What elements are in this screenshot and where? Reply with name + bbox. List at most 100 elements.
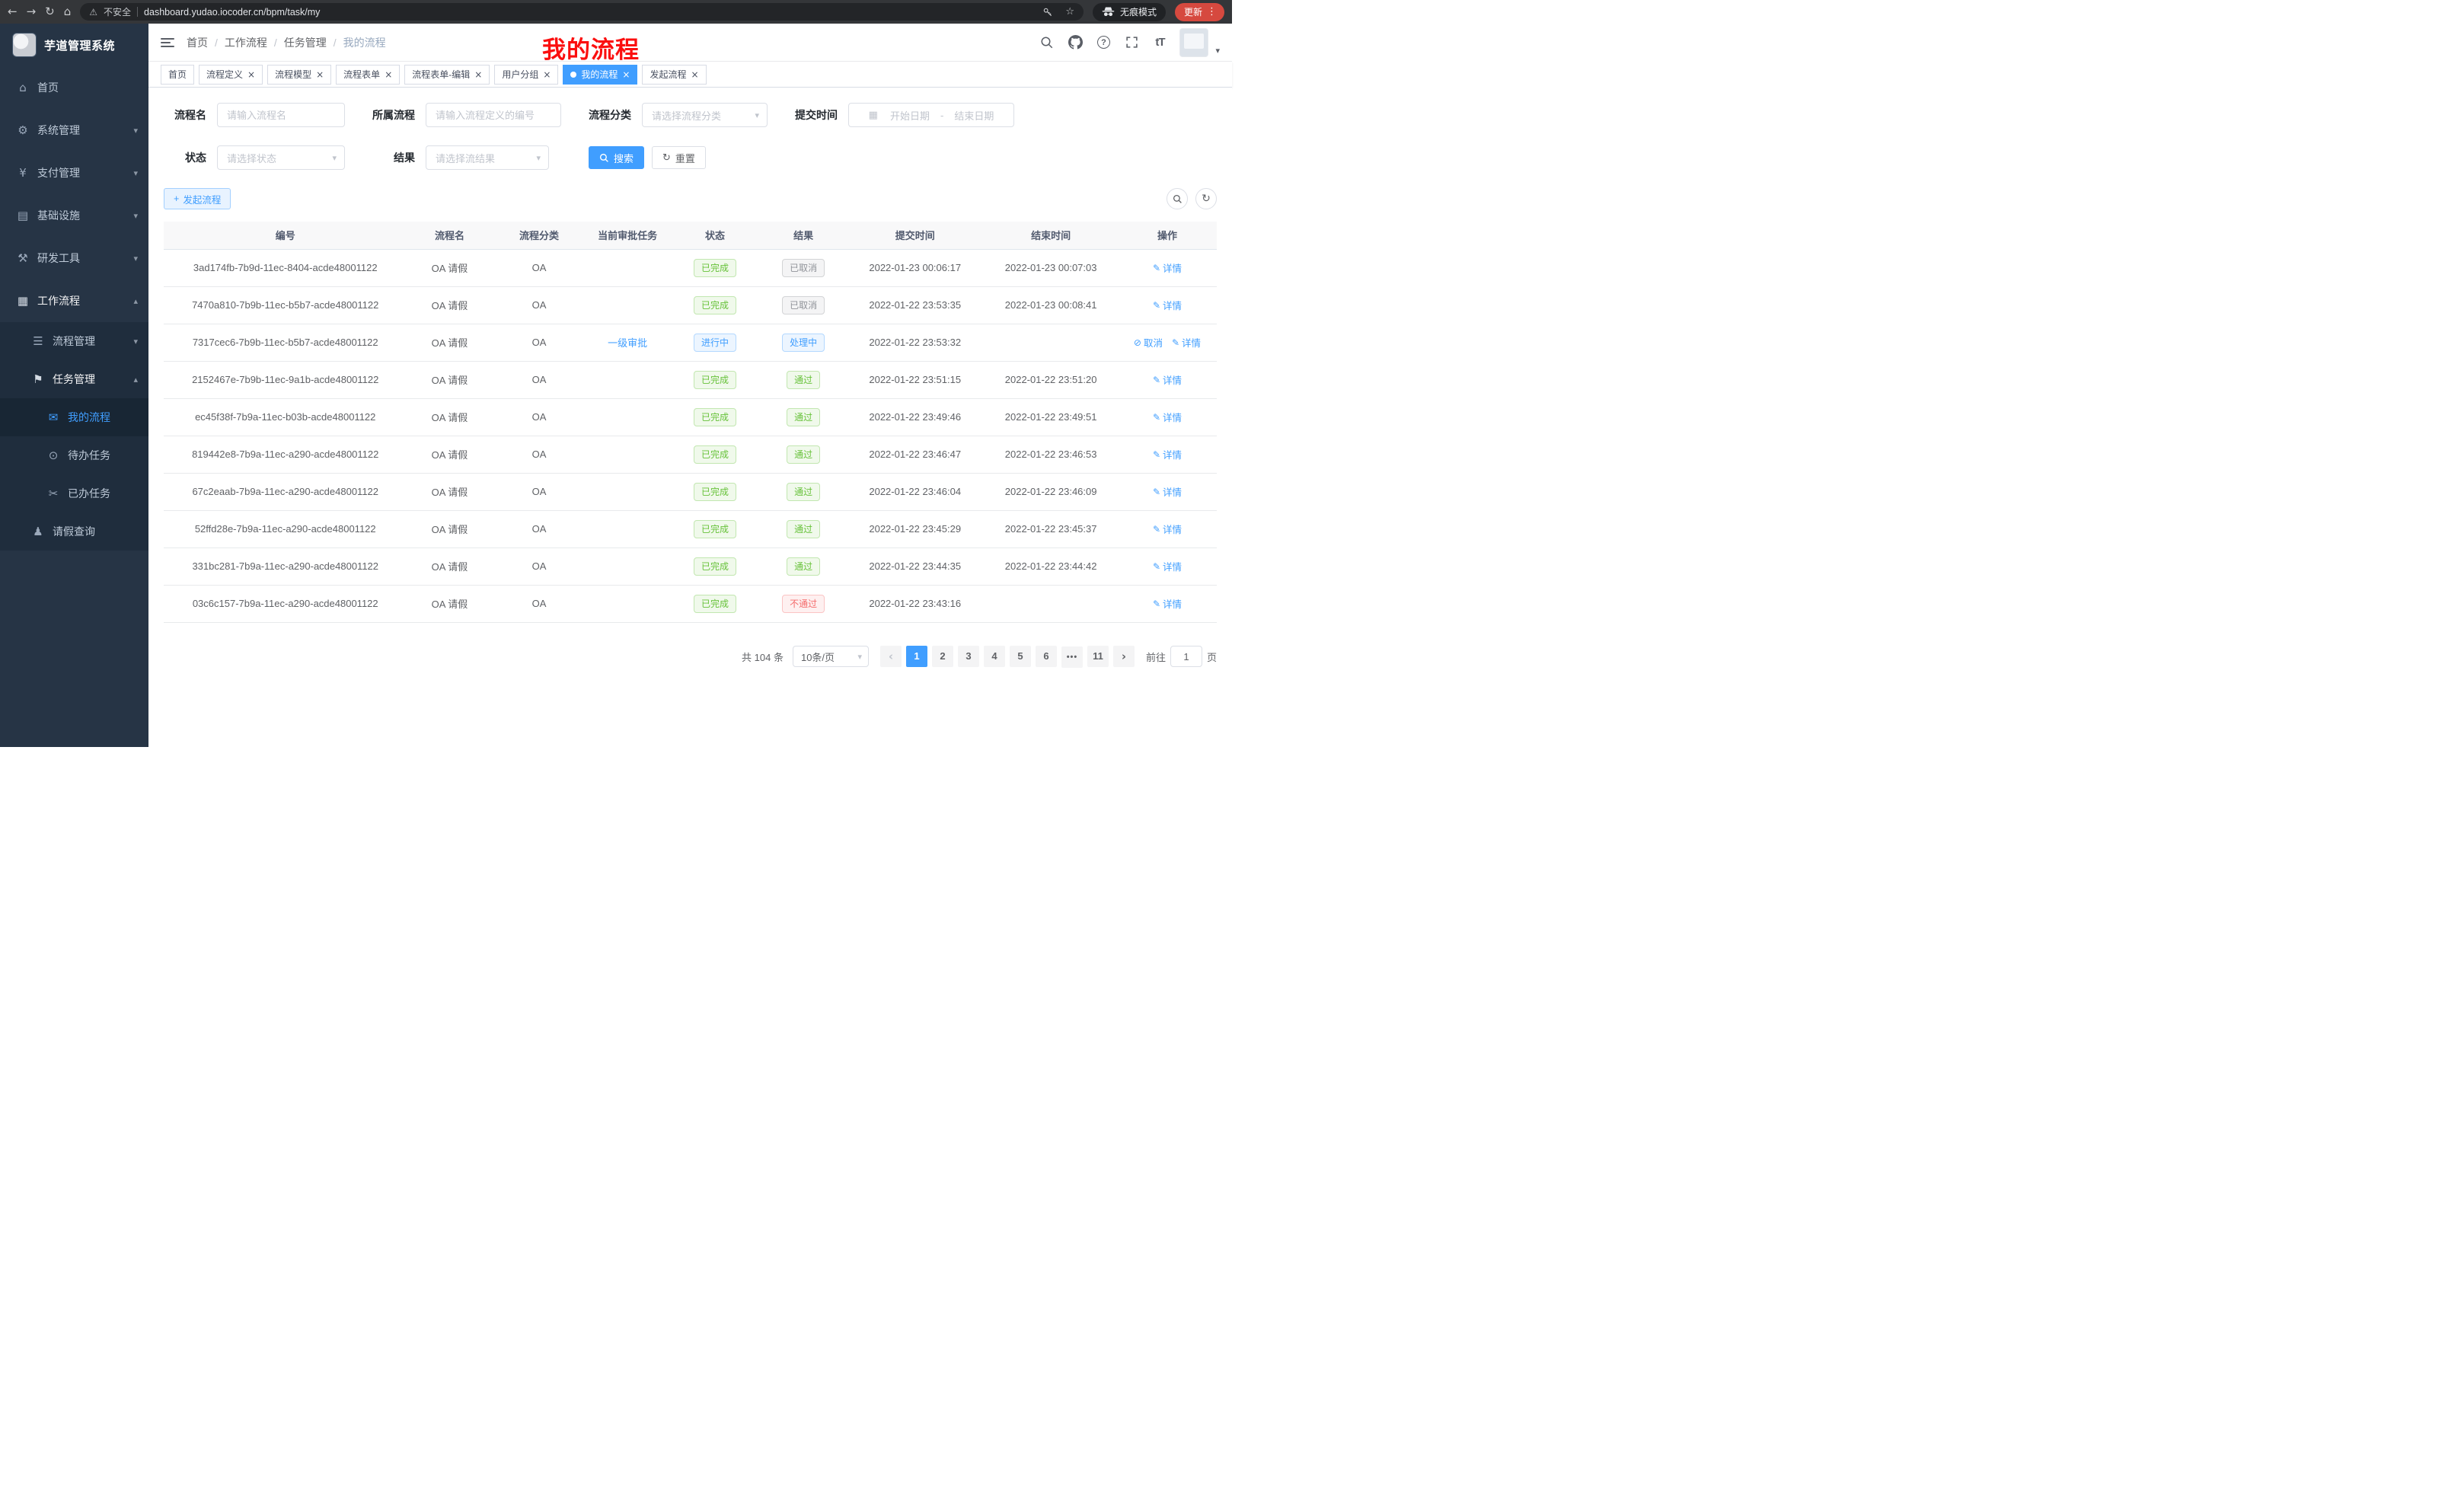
- tab-process-model[interactable]: 流程模型 ×: [267, 65, 331, 85]
- tab-home[interactable]: 首页: [161, 65, 194, 85]
- tab-process-form-edit[interactable]: 流程表单-编辑 ×: [404, 65, 490, 85]
- github-icon[interactable]: [1067, 34, 1084, 51]
- menu-kebab-icon[interactable]: ⋮: [1207, 6, 1217, 18]
- tab-process-form[interactable]: 流程表单×: [336, 65, 400, 85]
- page-size-select[interactable]: 10条/页 ▾: [793, 646, 869, 667]
- filter-label-status: 状态: [164, 150, 206, 165]
- sidebar-item-system[interactable]: ⚙系统管理▾: [0, 109, 148, 152]
- close-icon[interactable]: ×: [316, 70, 324, 79]
- detail-action-link[interactable]: ✎详情: [1153, 484, 1182, 499]
- cell-status: 已完成: [669, 398, 761, 436]
- page-jump-input[interactable]: [1170, 646, 1202, 667]
- tab-my-process[interactable]: 我的流程×: [563, 65, 637, 85]
- table-row: 331bc281-7b9a-11ec-a290-acde48001122OA 请…: [164, 547, 1217, 585]
- close-icon[interactable]: ×: [474, 70, 482, 79]
- sidebar-item-done-task[interactable]: ✂已办任务: [0, 474, 148, 512]
- close-icon[interactable]: ×: [622, 70, 630, 79]
- font-size-icon[interactable]: tT: [1151, 34, 1168, 51]
- sidebar-item-label: 研发工具: [37, 251, 80, 266]
- detail-action-link[interactable]: ✎详情: [1153, 298, 1182, 312]
- address-bar[interactable]: ⚠ 不安全 dashboard.yudao.iocoder.cn/bpm/tas…: [80, 3, 1084, 21]
- create-process-button[interactable]: + 发起流程: [164, 188, 231, 209]
- close-icon[interactable]: ×: [247, 70, 255, 79]
- cell-actions: ✎详情: [1118, 473, 1217, 510]
- sidebar-item-task-mgmt[interactable]: ⚑任务管理▴: [0, 360, 148, 398]
- page-button-4[interactable]: 4: [984, 646, 1005, 667]
- process-key-input[interactable]: [426, 103, 561, 127]
- process-name-input[interactable]: [217, 103, 345, 127]
- result-tag: 通过: [787, 371, 820, 389]
- cancel-action-link[interactable]: ⊘取消: [1134, 335, 1163, 350]
- tab-label: 流程模型: [275, 68, 311, 81]
- browser-home-icon[interactable]: ⌂: [64, 6, 72, 18]
- update-button[interactable]: 更新 ⋮: [1175, 3, 1224, 21]
- detail-action-link[interactable]: ✎详情: [1153, 596, 1182, 611]
- page-button-6[interactable]: 6: [1036, 646, 1057, 667]
- page-button-2[interactable]: 2: [932, 646, 953, 667]
- sidebar-item-label: 任务管理: [53, 372, 95, 387]
- submit-time-range-picker[interactable]: ▦ 开始日期 - 结束日期: [848, 103, 1014, 127]
- bookmark-star-icon[interactable]: ☆: [1065, 6, 1074, 18]
- forward-icon[interactable]: →: [27, 6, 37, 18]
- refresh-button[interactable]: ↻: [1195, 188, 1217, 209]
- tab-process-definition[interactable]: 流程定义×: [199, 65, 263, 85]
- detail-action-link[interactable]: ✎详情: [1153, 559, 1182, 573]
- sidebar-item-workflow[interactable]: ▦工作流程▴: [0, 279, 148, 322]
- sidebar-item-payment[interactable]: ¥支付管理▾: [0, 152, 148, 194]
- sidebar-item-home[interactable]: ⌂首页: [0, 66, 148, 109]
- detail-action-link[interactable]: ✎详情: [1153, 522, 1182, 536]
- status-tag: 已完成: [694, 483, 736, 501]
- next-page-button[interactable]: ›: [1113, 646, 1135, 667]
- status-tag: 已完成: [694, 520, 736, 538]
- sidebar-item-process-mgmt[interactable]: ☰流程管理▾: [0, 322, 148, 360]
- sidebar-item-leave-query[interactable]: ♟请假查询: [0, 512, 148, 551]
- close-icon[interactable]: ×: [543, 70, 551, 79]
- more-pages-button[interactable]: •••: [1061, 646, 1083, 668]
- result-select[interactable]: 请选择流结果 ▾: [426, 145, 549, 170]
- search-button[interactable]: 搜索: [589, 146, 644, 169]
- breadcrumb-item[interactable]: 首页: [187, 35, 208, 50]
- detail-action-link[interactable]: ✎详情: [1172, 335, 1201, 350]
- result-tag: 通过: [787, 520, 820, 538]
- chevron-down-icon[interactable]: ▾: [1215, 46, 1220, 56]
- app-logo[interactable]: 芋道管理系统: [0, 24, 148, 66]
- tab-start-process[interactable]: 发起流程×: [642, 65, 706, 85]
- jump-suffix-label: 页: [1207, 650, 1217, 664]
- page-button-1[interactable]: 1: [906, 646, 927, 667]
- search-icon[interactable]: [1039, 34, 1055, 51]
- key-icon[interactable]: [1039, 4, 1056, 21]
- fullscreen-icon[interactable]: [1123, 34, 1140, 51]
- fold-icon[interactable]: [161, 38, 174, 47]
- avatar[interactable]: [1179, 28, 1208, 57]
- detail-action-link[interactable]: ✎详情: [1153, 372, 1182, 387]
- prev-page-button[interactable]: ‹: [880, 646, 902, 667]
- reload-icon[interactable]: ↻: [45, 6, 55, 18]
- page-button-11[interactable]: 11: [1087, 646, 1109, 667]
- sidebar-item-infrastructure[interactable]: ▤基础设施▾: [0, 194, 148, 237]
- detail-action-link[interactable]: ✎详情: [1153, 260, 1182, 275]
- sidebar-item-todo-task[interactable]: ⊙待办任务: [0, 436, 148, 474]
- close-icon[interactable]: ×: [385, 70, 392, 79]
- tab-user-group[interactable]: 用户分组×: [494, 65, 558, 85]
- detail-action-link[interactable]: ✎详情: [1153, 447, 1182, 461]
- search-toggle-button[interactable]: [1167, 188, 1188, 209]
- status-select[interactable]: 请选择状态 ▾: [217, 145, 345, 170]
- breadcrumb-item[interactable]: 工作流程: [225, 35, 267, 50]
- sidebar-item-devtools[interactable]: ⚒研发工具▾: [0, 237, 148, 279]
- cancel-icon: ⊘: [1134, 337, 1141, 348]
- incognito-badge: 无痕模式: [1093, 3, 1166, 21]
- category-select[interactable]: 请选择流程分类 ▾: [642, 103, 768, 127]
- page-buttons: 123456•••11: [904, 646, 1111, 669]
- current-task-link[interactable]: 一级审批: [608, 337, 647, 349]
- back-icon[interactable]: ←: [8, 6, 18, 18]
- close-icon[interactable]: ×: [691, 70, 698, 79]
- page-button-5[interactable]: 5: [1010, 646, 1031, 667]
- table-row: 2152467e-7b9b-11ec-9a1b-acde48001122OA 请…: [164, 361, 1217, 398]
- sidebar-item-my-process[interactable]: ✉我的流程: [0, 398, 148, 436]
- tab-label: 流程表单-编辑: [412, 68, 470, 81]
- breadcrumb-item[interactable]: 任务管理: [284, 35, 327, 50]
- detail-action-link[interactable]: ✎详情: [1153, 410, 1182, 424]
- page-button-3[interactable]: 3: [958, 646, 979, 667]
- reset-button[interactable]: ↻ 重置: [652, 146, 706, 169]
- help-icon[interactable]: ?: [1095, 34, 1112, 51]
